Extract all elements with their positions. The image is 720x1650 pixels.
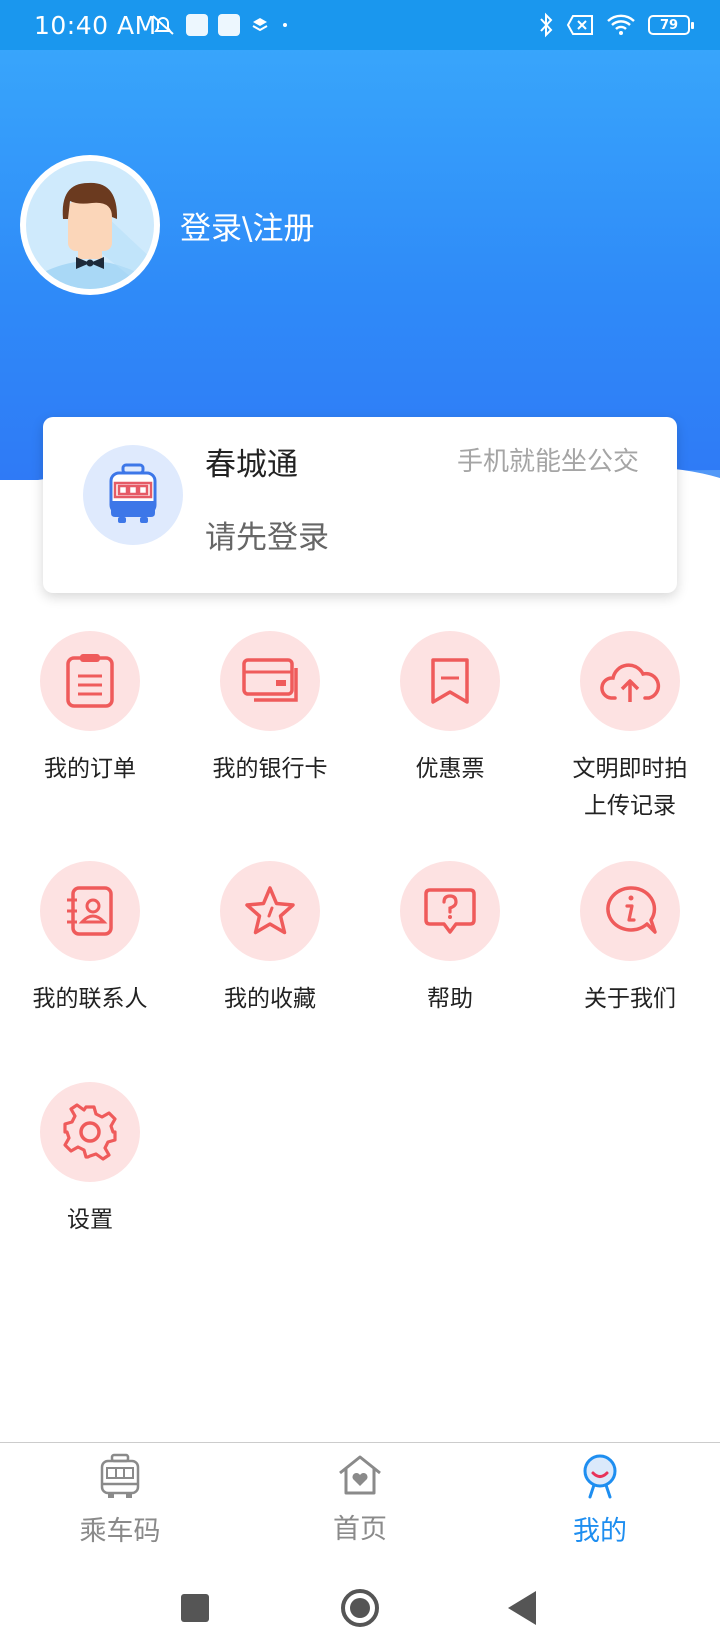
menu-item-orders[interactable]: 我的订单 xyxy=(0,631,180,788)
card-login-prompt: 请先登录 xyxy=(205,520,329,556)
menu-item-upload-record[interactable]: 文明即时拍 上传记录 xyxy=(540,631,720,825)
status-bar: 10:40 AM 79 xyxy=(0,0,720,50)
sim-off-icon xyxy=(566,15,593,35)
bluetooth-icon xyxy=(540,12,553,38)
bus-code-icon xyxy=(100,1453,140,1498)
menu-label: 设置 xyxy=(67,1207,113,1233)
login-register-link[interactable]: 登录\注册 xyxy=(180,203,314,248)
card-title: 春城通 xyxy=(205,447,298,483)
status-time: 10:40 AM xyxy=(34,11,157,40)
app-notification-icon xyxy=(218,14,240,36)
bus-card-logo xyxy=(83,445,183,545)
star-icon xyxy=(245,886,295,935)
clipboard-icon xyxy=(66,654,114,708)
back-button[interactable] xyxy=(508,1591,538,1625)
menu-label: 优惠票 xyxy=(415,756,485,782)
battery-icon: 79 xyxy=(648,15,694,35)
dot-icon xyxy=(283,23,287,27)
user-avatar[interactable] xyxy=(20,155,160,295)
tab-mine[interactable]: 我的 xyxy=(520,1453,680,1548)
help-icon xyxy=(424,888,476,934)
tab-bus-code[interactable]: 乘车码 xyxy=(40,1453,200,1548)
info-icon xyxy=(606,886,657,934)
menu-label: 关于我们 xyxy=(584,986,676,1012)
bank-card-icon xyxy=(242,658,298,702)
card-slogan: 手机就能坐公交 xyxy=(456,447,639,477)
menu-item-about[interactable]: 关于我们 xyxy=(540,861,720,1018)
tab-label: 我的 xyxy=(573,1516,627,1547)
menu-item-settings[interactable]: 设置 xyxy=(0,1082,180,1239)
tab-label: 首页 xyxy=(333,1514,387,1545)
layers-icon xyxy=(252,18,268,32)
menu-label: 我的订单 xyxy=(44,756,136,782)
menu-label: 文明即时拍 上传记录 xyxy=(572,756,688,819)
mute-icon xyxy=(152,15,174,35)
status-notification-icons xyxy=(150,13,290,37)
wifi-icon xyxy=(607,14,635,35)
system-navigation-bar xyxy=(0,1560,720,1650)
recent-apps-button[interactable] xyxy=(181,1594,209,1622)
tab-home[interactable]: 首页 xyxy=(280,1453,440,1546)
menu-item-coupon[interactable]: 优惠票 xyxy=(360,631,540,788)
menu-item-favorites[interactable]: 我的收藏 xyxy=(180,861,360,1018)
home-icon xyxy=(339,1455,381,1495)
tab-label: 乘车码 xyxy=(79,1516,161,1547)
home-button[interactable] xyxy=(340,1588,380,1628)
cloud-upload-icon xyxy=(600,663,661,702)
menu-item-bank-card[interactable]: 我的银行卡 xyxy=(180,631,360,788)
menu-label: 帮助 xyxy=(427,986,473,1012)
menu-item-help[interactable]: 帮助 xyxy=(360,861,540,1018)
status-right-icons: 79 xyxy=(538,12,694,38)
bus-card[interactable]: 春城通 手机就能坐公交 请先登录 xyxy=(43,417,677,593)
bottom-tab-bar: 乘车码 首页 我的 xyxy=(0,1442,720,1561)
gear-icon xyxy=(63,1103,117,1161)
bus-icon xyxy=(109,463,157,523)
app-notification-icon xyxy=(186,14,208,36)
menu-label: 我的银行卡 xyxy=(212,756,328,782)
menu-item-contacts[interactable]: 我的联系人 xyxy=(0,861,180,1018)
contacts-icon xyxy=(67,886,113,936)
menu-label: 我的收藏 xyxy=(224,986,316,1012)
profile-icon xyxy=(583,1454,617,1499)
avatar-face-icon xyxy=(46,182,154,289)
ticket-icon xyxy=(431,658,469,704)
menu-label: 我的联系人 xyxy=(32,986,148,1012)
